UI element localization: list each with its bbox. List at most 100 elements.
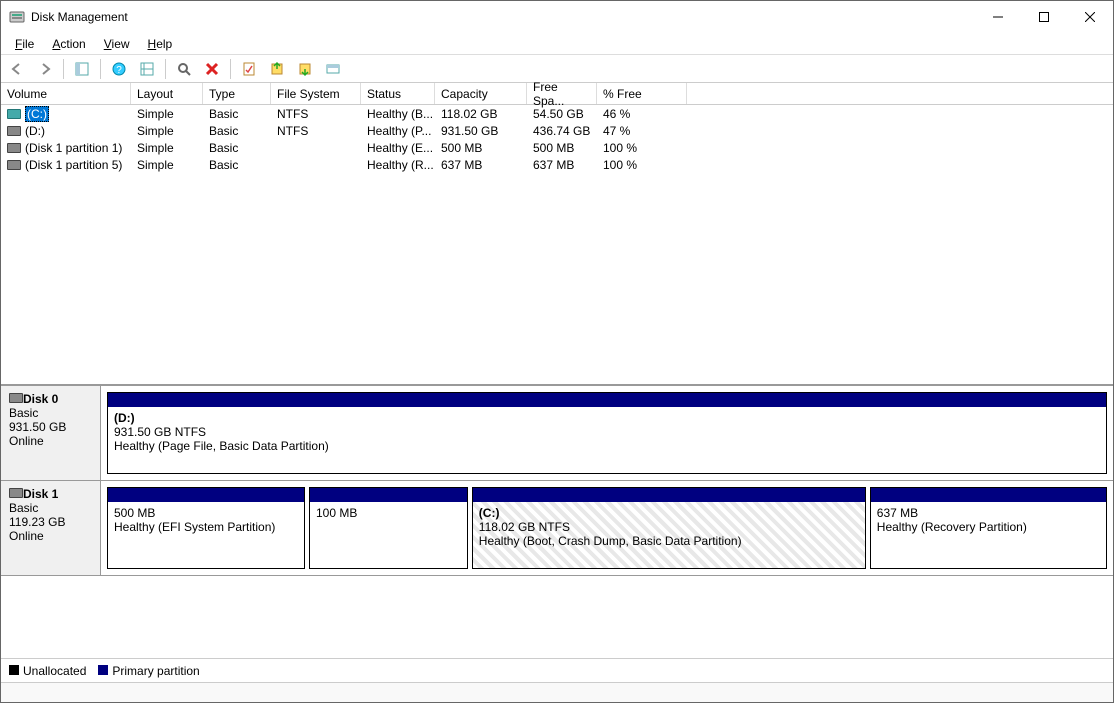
- titlebar: Disk Management: [1, 1, 1113, 33]
- col-type[interactable]: Type: [203, 83, 271, 104]
- volume-free-cell: 436.74 GB: [527, 124, 597, 138]
- partition-status: Healthy (Recovery Partition): [877, 520, 1027, 534]
- volume-row[interactable]: (Disk 1 partition 5)SimpleBasicHealthy (…: [1, 156, 1113, 173]
- volume-row[interactable]: (D:)SimpleBasicNTFSHealthy (P...931.50 G…: [1, 122, 1113, 139]
- partition-bar: [108, 393, 1106, 407]
- volume-capacity-cell: 500 MB: [435, 141, 527, 155]
- help-button[interactable]: ?: [107, 57, 131, 81]
- col-capacity[interactable]: Capacity: [435, 83, 527, 104]
- menu-view[interactable]: View: [96, 35, 138, 53]
- show-hide-button[interactable]: [70, 57, 94, 81]
- partition-size: 100 MB: [316, 506, 357, 520]
- volume-capacity-cell: 931.50 GB: [435, 124, 527, 138]
- volume-list[interactable]: (C:)SimpleBasicNTFSHealthy (B...118.02 G…: [1, 105, 1113, 385]
- partition-title: (C:): [479, 506, 500, 520]
- action1-button[interactable]: [265, 57, 289, 81]
- partition[interactable]: 637 MBHealthy (Recovery Partition): [870, 487, 1107, 569]
- legend: Unallocated Primary partition: [1, 658, 1113, 682]
- partition-bar: [310, 488, 467, 502]
- volume-type-cell: Basic: [203, 107, 271, 121]
- partition-status: Healthy (Page File, Basic Data Partition…: [114, 439, 329, 453]
- statusbar: [1, 682, 1113, 702]
- menu-action[interactable]: Action: [44, 35, 93, 53]
- partition[interactable]: 500 MBHealthy (EFI System Partition): [107, 487, 305, 569]
- volume-row[interactable]: (C:)SimpleBasicNTFSHealthy (B...118.02 G…: [1, 105, 1113, 122]
- partition-size: 500 MB: [114, 506, 155, 520]
- volume-type-cell: Basic: [203, 158, 271, 172]
- volume-free-cell: 637 MB: [527, 158, 597, 172]
- partition-body: (C:)118.02 GB NTFSHealthy (Boot, Crash D…: [473, 502, 865, 568]
- toolbar-separator: [100, 59, 101, 79]
- partition-bar: [108, 488, 304, 502]
- volume-type-cell: Basic: [203, 141, 271, 155]
- volume-free-cell: 500 MB: [527, 141, 597, 155]
- menu-file[interactable]: File: [7, 35, 42, 53]
- delete-button[interactable]: [200, 57, 224, 81]
- partition[interactable]: 100 MB: [309, 487, 468, 569]
- partition[interactable]: (D:)931.50 GB NTFSHealthy (Page File, Ba…: [107, 392, 1107, 474]
- disk-type: Basic: [9, 406, 38, 420]
- disk-state: Online: [9, 529, 44, 543]
- disk-partitions: (D:)931.50 GB NTFSHealthy (Page File, Ba…: [101, 386, 1113, 480]
- disk-row: Disk 0Basic931.50 GBOnline(D:)931.50 GB …: [1, 386, 1113, 481]
- volume-layout-cell: Simple: [131, 124, 203, 138]
- disk-icon: [9, 488, 23, 498]
- properties-button[interactable]: [237, 57, 261, 81]
- volume-layout-cell: Simple: [131, 158, 203, 172]
- disk-label[interactable]: Disk 0Basic931.50 GBOnline: [1, 386, 101, 480]
- volume-status-cell: Healthy (R...: [361, 158, 435, 172]
- col-freespace[interactable]: Free Spa...: [527, 83, 597, 104]
- menu-help[interactable]: Help: [140, 35, 181, 53]
- partition[interactable]: (C:)118.02 GB NTFSHealthy (Boot, Crash D…: [472, 487, 866, 569]
- volume-free-cell: 54.50 GB: [527, 107, 597, 121]
- volume-fs-cell: NTFS: [271, 124, 361, 138]
- partition-size: 931.50 GB NTFS: [114, 425, 206, 439]
- disk-name: Disk 0: [23, 392, 58, 406]
- disk-label[interactable]: Disk 1Basic119.23 GBOnline: [1, 481, 101, 575]
- volume-fs-cell: NTFS: [271, 107, 361, 121]
- back-button[interactable]: [5, 57, 29, 81]
- window-title: Disk Management: [31, 10, 128, 24]
- col-layout[interactable]: Layout: [131, 83, 203, 104]
- disk-row: Disk 1Basic119.23 GBOnline500 MBHealthy …: [1, 481, 1113, 576]
- refresh-button[interactable]: [172, 57, 196, 81]
- action2-button[interactable]: [293, 57, 317, 81]
- toolbar-separator: [165, 59, 166, 79]
- volume-pct-cell: 100 %: [597, 141, 687, 155]
- col-filesystem[interactable]: File System: [271, 83, 361, 104]
- maximize-button[interactable]: [1021, 1, 1067, 33]
- action3-button[interactable]: [321, 57, 345, 81]
- volume-name-cell: (D:): [1, 124, 131, 138]
- partition-body: 100 MB: [310, 502, 467, 568]
- minimize-button[interactable]: [975, 1, 1021, 33]
- disk-size: 931.50 GB: [9, 420, 66, 434]
- volume-capacity-cell: 637 MB: [435, 158, 527, 172]
- volume-list-header: Volume Layout Type File System Status Ca…: [1, 83, 1113, 105]
- partition-body: (D:)931.50 GB NTFSHealthy (Page File, Ba…: [108, 407, 1106, 473]
- volume-capacity-cell: 118.02 GB: [435, 107, 527, 121]
- partition-size: 637 MB: [877, 506, 918, 520]
- settings-button[interactable]: [135, 57, 159, 81]
- drive-icon: [7, 160, 21, 170]
- col-pctfree[interactable]: % Free: [597, 83, 687, 104]
- close-button[interactable]: [1067, 1, 1113, 33]
- disk-icon: [9, 393, 23, 403]
- partition-status: Healthy (Boot, Crash Dump, Basic Data Pa…: [479, 534, 742, 548]
- disk-panel: Disk 0Basic931.50 GBOnline(D:)931.50 GB …: [1, 385, 1113, 576]
- col-volume[interactable]: Volume: [1, 83, 131, 104]
- volume-row[interactable]: (Disk 1 partition 1)SimpleBasicHealthy (…: [1, 139, 1113, 156]
- window-controls: [975, 1, 1113, 33]
- empty-area: [1, 576, 1113, 658]
- volume-pct-cell: 47 %: [597, 124, 687, 138]
- col-status[interactable]: Status: [361, 83, 435, 104]
- disk-name: Disk 1: [23, 487, 58, 501]
- disk-size: 119.23 GB: [9, 515, 65, 529]
- drive-icon: [7, 143, 21, 153]
- disk-type: Basic: [9, 501, 38, 515]
- volume-name-cell: (C:): [1, 106, 131, 122]
- legend-primary: Primary partition: [98, 664, 199, 678]
- drive-icon: [7, 109, 21, 119]
- forward-button[interactable]: [33, 57, 57, 81]
- toolbar-separator: [63, 59, 64, 79]
- toolbar-separator: [230, 59, 231, 79]
